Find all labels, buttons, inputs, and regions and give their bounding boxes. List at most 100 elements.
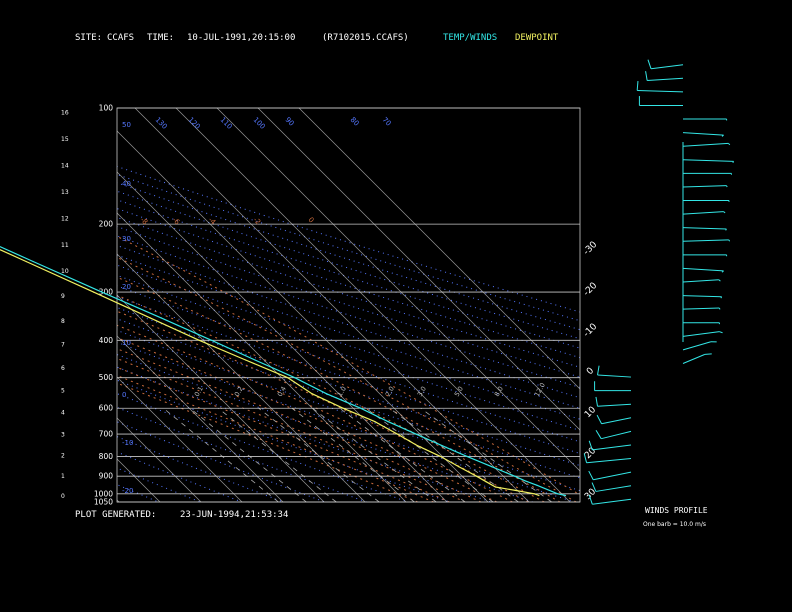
- wind-barb-staff: [682, 132, 724, 136]
- wind-barb-feather: [595, 396, 599, 407]
- wind-barb-staff: [682, 227, 727, 230]
- dry-adiabat-line: [117, 467, 201, 502]
- temperature-point: [415, 433, 417, 435]
- mixing-ratio-label: 0.1: [193, 385, 205, 398]
- temperature-point: [32, 260, 34, 263]
- dewpoint-point: [374, 421, 376, 423]
- winds-profile-title: WINDS PROFILE: [645, 506, 708, 515]
- pressure-tick-label: 800: [99, 452, 114, 461]
- mixing-ratio-line: [420, 407, 552, 502]
- wind-barb-staff: [586, 458, 632, 464]
- pressure-tick-label: 500: [99, 373, 114, 382]
- temperature-point: [101, 291, 103, 293]
- wind-barb-staff: [647, 77, 684, 82]
- dry-adiabat-line: [117, 190, 580, 340]
- theta-top-label: 70: [381, 116, 393, 128]
- dry-adiabat-line: [117, 366, 492, 502]
- dewpoint-point: [93, 291, 95, 293]
- mixing-ratio-line: [163, 407, 279, 502]
- wind-barb-staff: [592, 498, 632, 505]
- pressure-tick-label: 600: [99, 404, 114, 413]
- wind-barb-staff: [682, 341, 712, 351]
- height-tick-label: 16: [61, 110, 69, 117]
- dry-adiabat-line: [117, 484, 159, 502]
- temperature-point: [325, 393, 327, 395]
- isotherms: [0, 108, 580, 502]
- wind-barb-staff: [597, 403, 632, 407]
- isotherm-line: [117, 212, 407, 502]
- winds-barb-legend: One barb = 10.0 m/s: [643, 521, 706, 528]
- dry-adiabat-label: 0: [122, 391, 126, 399]
- file-id: (R7102015.CCAFS): [322, 33, 409, 43]
- sounding-series: [0, 245, 567, 497]
- dewpoint-point: [342, 407, 344, 409]
- moist-adiabat-line: [117, 294, 545, 502]
- mixing-ratio-label: 12.0: [533, 381, 547, 398]
- dewpoint-point: [287, 377, 289, 379]
- dry-adiabat-label: 40: [122, 180, 131, 188]
- wind-barb-staff: [650, 64, 684, 70]
- dry-adiabat-line: [117, 341, 575, 502]
- theta-top-label: 110: [219, 116, 234, 131]
- wind-barb-staff: [601, 430, 632, 440]
- pressure-tick-label: 1050: [94, 498, 113, 507]
- temperature-point: [294, 377, 296, 379]
- height-tick-label: 3: [61, 431, 65, 438]
- wind-barb-staff: [597, 374, 632, 378]
- height-tick-label: 14: [61, 163, 69, 170]
- temperature-point: [524, 480, 526, 482]
- dry-adiabat-line: [117, 173, 580, 322]
- height-tick-label: 11: [61, 242, 69, 249]
- moist-adiabat-line: [117, 348, 482, 502]
- right-temp-tick-label: 10: [583, 405, 598, 420]
- wind-barb-feather: [636, 81, 639, 91]
- right-temp-tick-label: -30: [582, 240, 600, 258]
- theta-top-label: 120: [187, 116, 202, 131]
- wind-barb-feather: [718, 307, 721, 310]
- dry-adiabat-line: [117, 318, 580, 479]
- wind-barb-feather: [588, 470, 594, 480]
- dewpoint-point: [475, 475, 478, 477]
- height-tick-label: 7: [61, 342, 65, 349]
- temperature-point: [210, 339, 213, 341]
- wind-barb-staff: [637, 89, 684, 93]
- wind-barb-feather: [647, 59, 652, 69]
- mixing-ratio-line: [189, 407, 307, 502]
- isotherm-line: [0, 108, 37, 502]
- wind-barb-feather: [719, 331, 723, 334]
- wind-barb-staff: [682, 211, 724, 215]
- wind-barb-staff: [595, 485, 632, 492]
- plot-generated-label: PLOT GENERATED:: [75, 510, 157, 520]
- pressure-tick-label: 700: [99, 430, 114, 439]
- wind-barb-feather: [596, 414, 602, 424]
- theta-top-label: 100: [252, 116, 267, 131]
- dewpoint-legend: DEWPOINT: [515, 33, 559, 43]
- moist-adiabat-line: [117, 235, 580, 496]
- plot-generated-value: 23-JUN-1994,21:53:34: [180, 510, 289, 520]
- dry-adiabat-line: [117, 264, 580, 420]
- temperature-point: [387, 421, 389, 423]
- pressure-tick-label: 900: [99, 472, 114, 481]
- isotherm-line: [117, 499, 120, 502]
- moist-adiabat-label: 0: [307, 216, 316, 225]
- wind-barb-staff: [682, 267, 724, 272]
- isotherm-line: [298, 108, 580, 390]
- dry-adiabat-label: -10: [122, 439, 133, 447]
- temperature-line: [0, 245, 566, 497]
- dewpoint-point: [494, 486, 497, 488]
- pressure-tick-label: 200: [99, 220, 114, 229]
- wind-barb-staff: [682, 295, 722, 298]
- pressure-tick-label: 100: [99, 104, 114, 113]
- height-tick-label: 4: [61, 410, 65, 417]
- moist-adiabat-line: [117, 310, 529, 502]
- dewpoint-point: [533, 493, 536, 495]
- wind-barb-feather: [728, 239, 731, 242]
- dry-adiabat-line: [117, 216, 580, 368]
- dry-adiabat-line: [117, 199, 580, 349]
- height-tick-label: 9: [61, 293, 65, 300]
- wind-barb-staff: [682, 307, 720, 310]
- height-tick-label: 12: [61, 215, 69, 222]
- wind-barb-staff: [682, 279, 719, 283]
- dry-adiabat-line: [117, 274, 580, 431]
- moist-adiabat-label: -6: [171, 216, 182, 227]
